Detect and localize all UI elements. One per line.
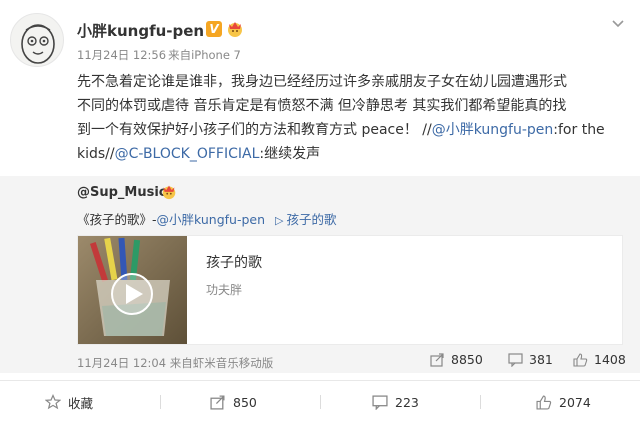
post-date[interactable]: 11月24日 12:56 xyxy=(77,48,166,62)
repost-username[interactable]: @Sup_Music xyxy=(77,185,167,200)
repost-block: @Sup_Music 《孩子的歌》-@小胖kungfu-pen ▷ 孩子的歌 孩… xyxy=(0,176,640,373)
post-source: 来自iPhone 7 xyxy=(168,48,241,62)
forward-icon xyxy=(210,394,225,410)
comment-button[interactable]: 223 xyxy=(372,392,419,412)
content-line: kids//@C-BLOCK_OFFICIAL:继续发声 xyxy=(77,142,630,166)
thumbs-up-icon xyxy=(536,395,552,409)
song-link-label: 孩子的歌 xyxy=(286,212,337,227)
comment-count: 223 xyxy=(395,394,419,410)
action-separator xyxy=(480,395,481,409)
content-text: :继续发声 xyxy=(259,146,321,162)
music-title[interactable]: 孩子的歌 xyxy=(206,252,262,272)
repost-forward-count: 8850 xyxy=(451,352,483,367)
repost-like-stat[interactable]: 1408 xyxy=(573,352,626,367)
mention-link-official[interactable]: @C-BLOCK_OFFICIAL xyxy=(115,146,260,162)
avatar[interactable] xyxy=(10,13,64,67)
favorite-button[interactable]: 收藏 xyxy=(45,392,93,412)
action-separator xyxy=(160,395,161,409)
comment-icon xyxy=(372,394,388,410)
forward-button[interactable]: 850 xyxy=(210,392,257,412)
like-count: 2074 xyxy=(559,394,591,410)
repost-mention-link[interactable]: @小胖kungfu-pen xyxy=(157,212,266,227)
song-link[interactable]: ▷ 孩子的歌 xyxy=(275,212,336,227)
content-text: :for the xyxy=(553,122,605,138)
repost-like-count: 1408 xyxy=(594,352,626,367)
chevron-down-icon[interactable] xyxy=(610,15,626,31)
repost-comment-stat[interactable]: 381 xyxy=(508,352,553,367)
post-meta: 11月24日 12:56 来自iPhone 7 xyxy=(77,47,241,63)
action-separator xyxy=(320,395,321,409)
favorite-label: 收藏 xyxy=(68,395,94,411)
music-card[interactable]: 孩子的歌 功夫胖 xyxy=(77,235,623,345)
crown-badge-icon xyxy=(160,182,178,200)
content-line: 先不急着定论谁是谁非，我身边已经经历过许多亲戚朋友子女在幼儿园遭遇形式 xyxy=(77,74,567,90)
forward-icon xyxy=(430,352,444,367)
repost-source: 来自虾米音乐移动版 xyxy=(169,356,274,370)
star-icon xyxy=(45,394,61,410)
repost-comment-count: 381 xyxy=(529,352,553,367)
weibo-post: 小胖kungfu-pen V 11月24日 12:56 来自iPhone 7 先不… xyxy=(0,0,640,421)
comment-icon xyxy=(508,352,523,367)
repost-text: 《孩子的歌》-@小胖kungfu-pen ▷ 孩子的歌 xyxy=(77,209,337,228)
play-triangle-icon: ▷ xyxy=(275,214,284,227)
post-content: 先不急着定论谁是谁非，我身边已经经历过许多亲戚朋友子女在幼儿园遭遇形式 不同的体… xyxy=(77,70,630,166)
mention-link-self[interactable]: @小胖kungfu-pen xyxy=(432,122,554,138)
repost-meta: 11月24日 12:04 来自虾米音乐移动版 xyxy=(77,355,273,371)
like-button[interactable]: 2074 xyxy=(536,392,591,412)
song-reference: 《孩子的歌》- xyxy=(77,212,157,227)
crown-badge-icon xyxy=(225,18,245,38)
content-text: 到一个有效保护好小孩子们的方法和教育方式 peace！ // xyxy=(77,122,432,138)
username[interactable]: 小胖kungfu-pen xyxy=(77,20,204,41)
content-text: kids// xyxy=(77,146,115,162)
forward-count: 850 xyxy=(233,394,257,410)
action-bar-divider xyxy=(0,380,640,381)
thumbs-up-icon xyxy=(573,352,588,367)
content-line: 到一个有效保护好小孩子们的方法和教育方式 peace！ //@小胖kungfu-… xyxy=(77,118,630,142)
album-cover[interactable] xyxy=(78,236,187,344)
content-line: 不同的体罚或虐待 音乐肯定是有愤怒不满 但冷静思考 其实我们都希望能真的找 xyxy=(77,98,567,114)
verified-badge-icon: V xyxy=(206,21,222,37)
repost-date[interactable]: 11月24日 12:04 xyxy=(77,356,166,370)
music-artist: 功夫胖 xyxy=(206,283,243,297)
repost-forward-stat[interactable]: 8850 xyxy=(430,352,483,367)
